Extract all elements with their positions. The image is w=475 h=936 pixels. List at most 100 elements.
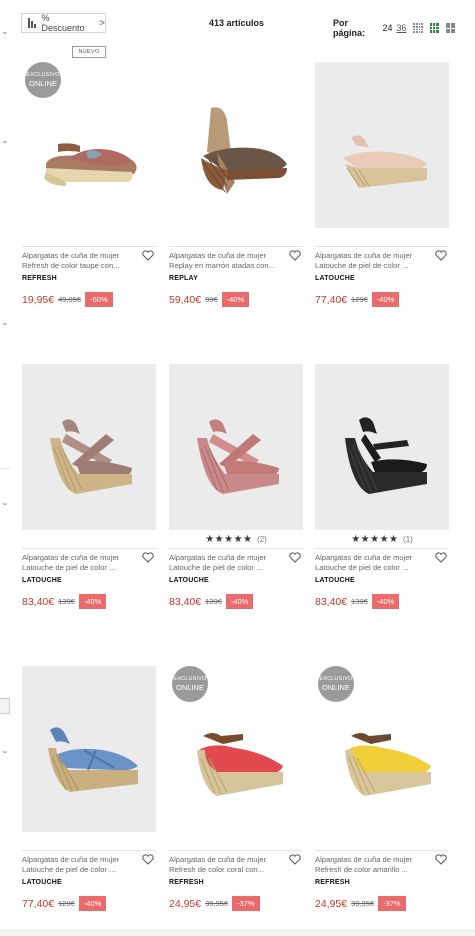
star-rating-icon: ★★★★★ <box>351 534 399 545</box>
product-image[interactable] <box>315 364 449 530</box>
product-title[interactable]: Alpargatas de cuña de mujer Refresh de co… <box>315 855 433 875</box>
original-price: 129€ <box>58 899 75 908</box>
divider <box>315 246 449 247</box>
discount-badge: -37% <box>378 896 406 911</box>
per-page-option-24[interactable]: 24 <box>382 23 392 33</box>
product-title[interactable]: Alpargatas de cuña de mujer Replay en mar… <box>169 251 287 271</box>
sort-dropdown[interactable]: % Descuento > <box>21 13 106 33</box>
shoe-image <box>197 733 283 796</box>
heart-icon[interactable] <box>142 552 154 563</box>
chevron-down-icon[interactable]: ⌄ <box>1 746 9 755</box>
discount-badge: -40% <box>371 594 400 609</box>
result-count: 413 artículos <box>209 18 265 28</box>
sale-price: 19,95€ <box>22 293 55 306</box>
chevron-down-icon[interactable]: ⌄ <box>1 498 9 507</box>
shoe-image <box>345 417 427 494</box>
original-price: 49,95€ <box>58 295 82 304</box>
grid-3-columns-icon[interactable] <box>429 23 439 33</box>
product-title[interactable]: Alpargatas de cuña de mujer Latouche de p… <box>169 553 287 573</box>
chevron-down-icon[interactable]: ⌄ <box>1 27 9 36</box>
divider <box>169 850 303 851</box>
product-title[interactable]: Alpargatas de cuña de mujer Latouche de p… <box>22 855 140 875</box>
exclusive-online-badge: EXCLUSIVO ONLINE <box>318 666 354 702</box>
grid-4-columns-icon[interactable] <box>413 23 423 33</box>
heart-icon[interactable] <box>142 250 154 261</box>
heart-icon[interactable] <box>289 250 301 261</box>
sale-price: 83,40€ <box>315 595 348 608</box>
sale-price: 83,40€ <box>22 595 55 608</box>
product-image[interactable] <box>169 364 303 530</box>
product-title[interactable]: Alpargatas de cuña de mujer Latouche de p… <box>22 553 140 573</box>
divider <box>22 246 156 247</box>
product-image[interactable] <box>315 62 449 228</box>
sale-price: 24,95€ <box>169 897 202 910</box>
shoe-image <box>48 727 138 792</box>
product-title[interactable]: Alpargatas de cuña de mujer Refresh de co… <box>22 251 140 271</box>
divider <box>169 548 303 549</box>
grid-2-columns-icon[interactable] <box>445 23 455 33</box>
heart-icon[interactable] <box>289 854 301 865</box>
sort-label: % Descuento <box>41 13 85 33</box>
shoe-image <box>197 419 279 494</box>
divider <box>22 548 156 549</box>
product-brand: LATOUCHE <box>22 577 62 584</box>
divider <box>315 850 449 851</box>
star-rating-icon: ★★★★★ <box>205 534 253 545</box>
new-badge: NUEVO <box>72 46 106 58</box>
sale-price: 77,40€ <box>22 897 55 910</box>
product-image[interactable]: EXCLUSIVO ONLINE <box>169 666 303 832</box>
per-page-option-36[interactable]: 36 <box>396 23 406 33</box>
sale-price: 77,40€ <box>315 293 348 306</box>
product-title[interactable]: Alpargatas de cuña de mujer Latouche de p… <box>315 553 433 573</box>
heart-icon[interactable] <box>289 552 301 563</box>
heart-icon[interactable] <box>435 552 447 563</box>
filter-sidebar-edge: ⌄ ⌄ ⌄ ⌄ ⌄ <box>0 0 12 936</box>
shoe-image <box>345 733 431 796</box>
price-row: 77,40€ 129€ -40% <box>315 292 400 307</box>
product-image[interactable] <box>22 666 156 832</box>
sale-price: 24,95€ <box>315 897 348 910</box>
heart-icon[interactable] <box>435 854 447 865</box>
product-image[interactable]: EXCLUSIVO ONLINE <box>315 666 449 832</box>
sale-price: 83,40€ <box>169 595 202 608</box>
divider <box>0 468 10 469</box>
chevron-down-icon[interactable]: ⌄ <box>1 136 9 145</box>
product-brand: LATOUCHE <box>315 577 355 584</box>
original-price: 129€ <box>351 295 368 304</box>
product-brand: LATOUCHE <box>169 577 209 584</box>
chevron-down-icon[interactable]: ⌄ <box>1 318 9 327</box>
heart-icon[interactable] <box>435 250 447 261</box>
product-image[interactable] <box>169 62 303 228</box>
shoe-image <box>50 419 132 494</box>
product-brand: LATOUCHE <box>22 879 62 886</box>
per-page-label: Por página: <box>333 18 366 38</box>
heart-icon[interactable] <box>142 854 154 865</box>
shoe-image <box>44 143 137 186</box>
page-bottom-edge <box>0 930 475 936</box>
listing-toolbar: % Descuento > 413 artículos Por página: … <box>21 13 455 38</box>
shoe-image <box>343 135 427 188</box>
product-image[interactable] <box>22 364 156 530</box>
price-row: 19,95€ 49,95€ -60% <box>22 292 113 307</box>
discount-badge: -40% <box>78 896 107 911</box>
exclusive-online-badge: EXCLUSIVO ONLINE <box>25 62 61 98</box>
sale-price: 59,40€ <box>169 293 202 306</box>
discount-badge: -40% <box>371 292 400 307</box>
original-price: 39,95€ <box>351 899 375 908</box>
product-brand: REFRESH <box>22 275 57 282</box>
discount-badge: -60% <box>85 292 113 307</box>
filter-input-stub[interactable] <box>0 698 10 714</box>
sort-icon <box>28 18 37 28</box>
exclusive-online-badge: EXCLUSIVO ONLINE <box>172 666 208 702</box>
product-title[interactable]: Alpargatas de cuña de mujer Refresh de co… <box>169 855 287 875</box>
price-row: 24,95€ 39,95€ -37% <box>169 896 260 911</box>
original-price: 139€ <box>205 597 222 606</box>
rating: ★★★★★ (1) <box>315 534 449 545</box>
price-row: 83,40€ 139€ -40% <box>169 594 254 609</box>
product-brand: REFRESH <box>315 879 350 886</box>
original-price: 139€ <box>351 597 368 606</box>
product-title[interactable]: Alpargatas de cuña de mujer Latouche de p… <box>315 251 433 271</box>
product-image[interactable]: EXCLUSIVO ONLINE <box>22 62 156 228</box>
product-brand: LATOUCHE <box>315 275 355 282</box>
price-row: 24,95€ 39,95€ -37% <box>315 896 406 911</box>
